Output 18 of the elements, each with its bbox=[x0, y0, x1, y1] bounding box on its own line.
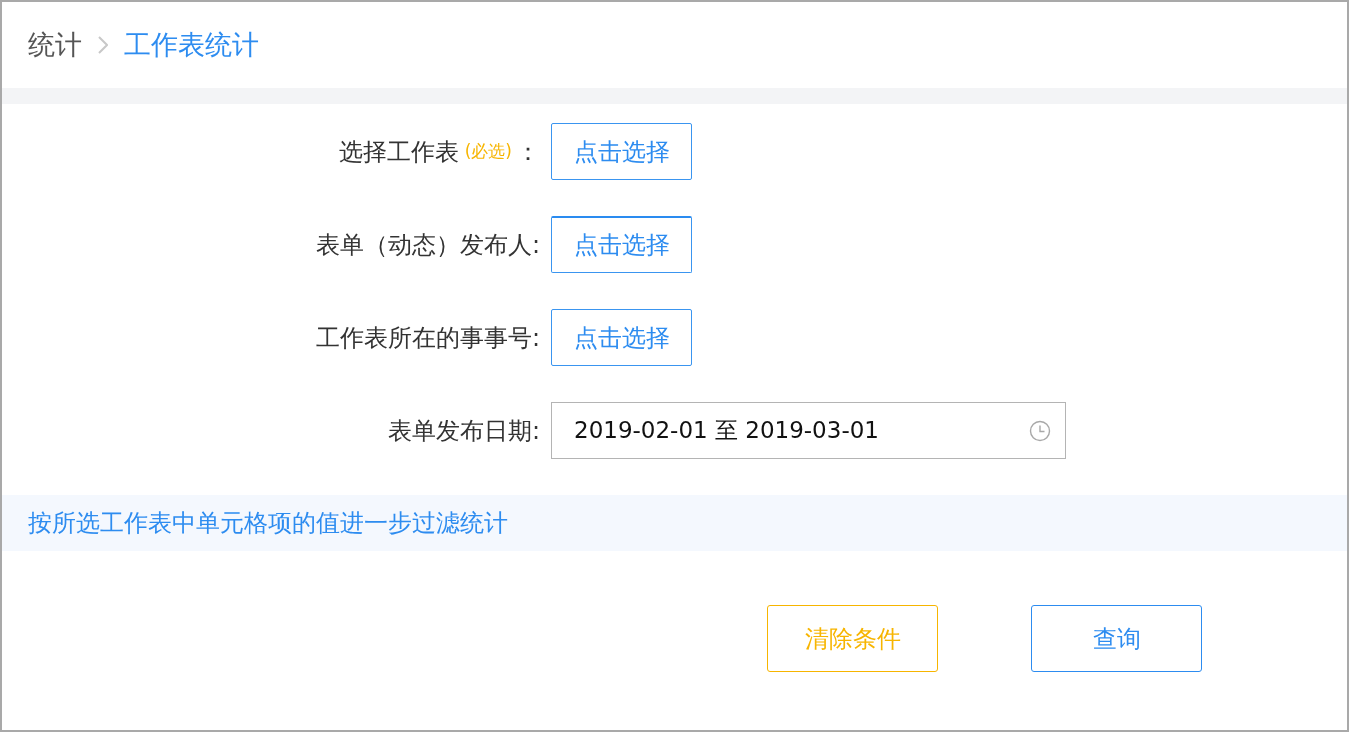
select-button[interactable]: 点击选择 bbox=[551, 123, 692, 180]
field-label: 表单发布日期: bbox=[387, 415, 540, 447]
field-label: 工作表所在的事事号: bbox=[315, 322, 540, 354]
select-button[interactable]: 点击选择 bbox=[551, 309, 692, 366]
field-label: 表单（动态）发布人: bbox=[315, 229, 540, 261]
filter-link[interactable]: 按所选工作表中单元格项的值进一步过滤统计 bbox=[28, 507, 508, 539]
required-note: (必选) bbox=[464, 140, 512, 163]
clock-icon bbox=[1029, 419, 1051, 442]
date-range-value: 2019-02-01 至 2019-03-01 bbox=[574, 416, 879, 445]
date-range-field[interactable]: 2019-02-01 至 2019-03-01 bbox=[551, 402, 1066, 459]
label-colon: ： bbox=[516, 136, 540, 168]
chevron-right-icon bbox=[98, 36, 108, 54]
field-label: 选择工作表 bbox=[338, 136, 459, 168]
select-button[interactable]: 点击选择 bbox=[551, 216, 692, 273]
query-button[interactable]: 查询 bbox=[1031, 605, 1202, 672]
breadcrumb-link[interactable]: 统计 bbox=[28, 27, 82, 63]
clear-button[interactable]: 清除条件 bbox=[767, 605, 938, 672]
breadcrumb-link[interactable]: 工作表统计 bbox=[124, 27, 259, 63]
